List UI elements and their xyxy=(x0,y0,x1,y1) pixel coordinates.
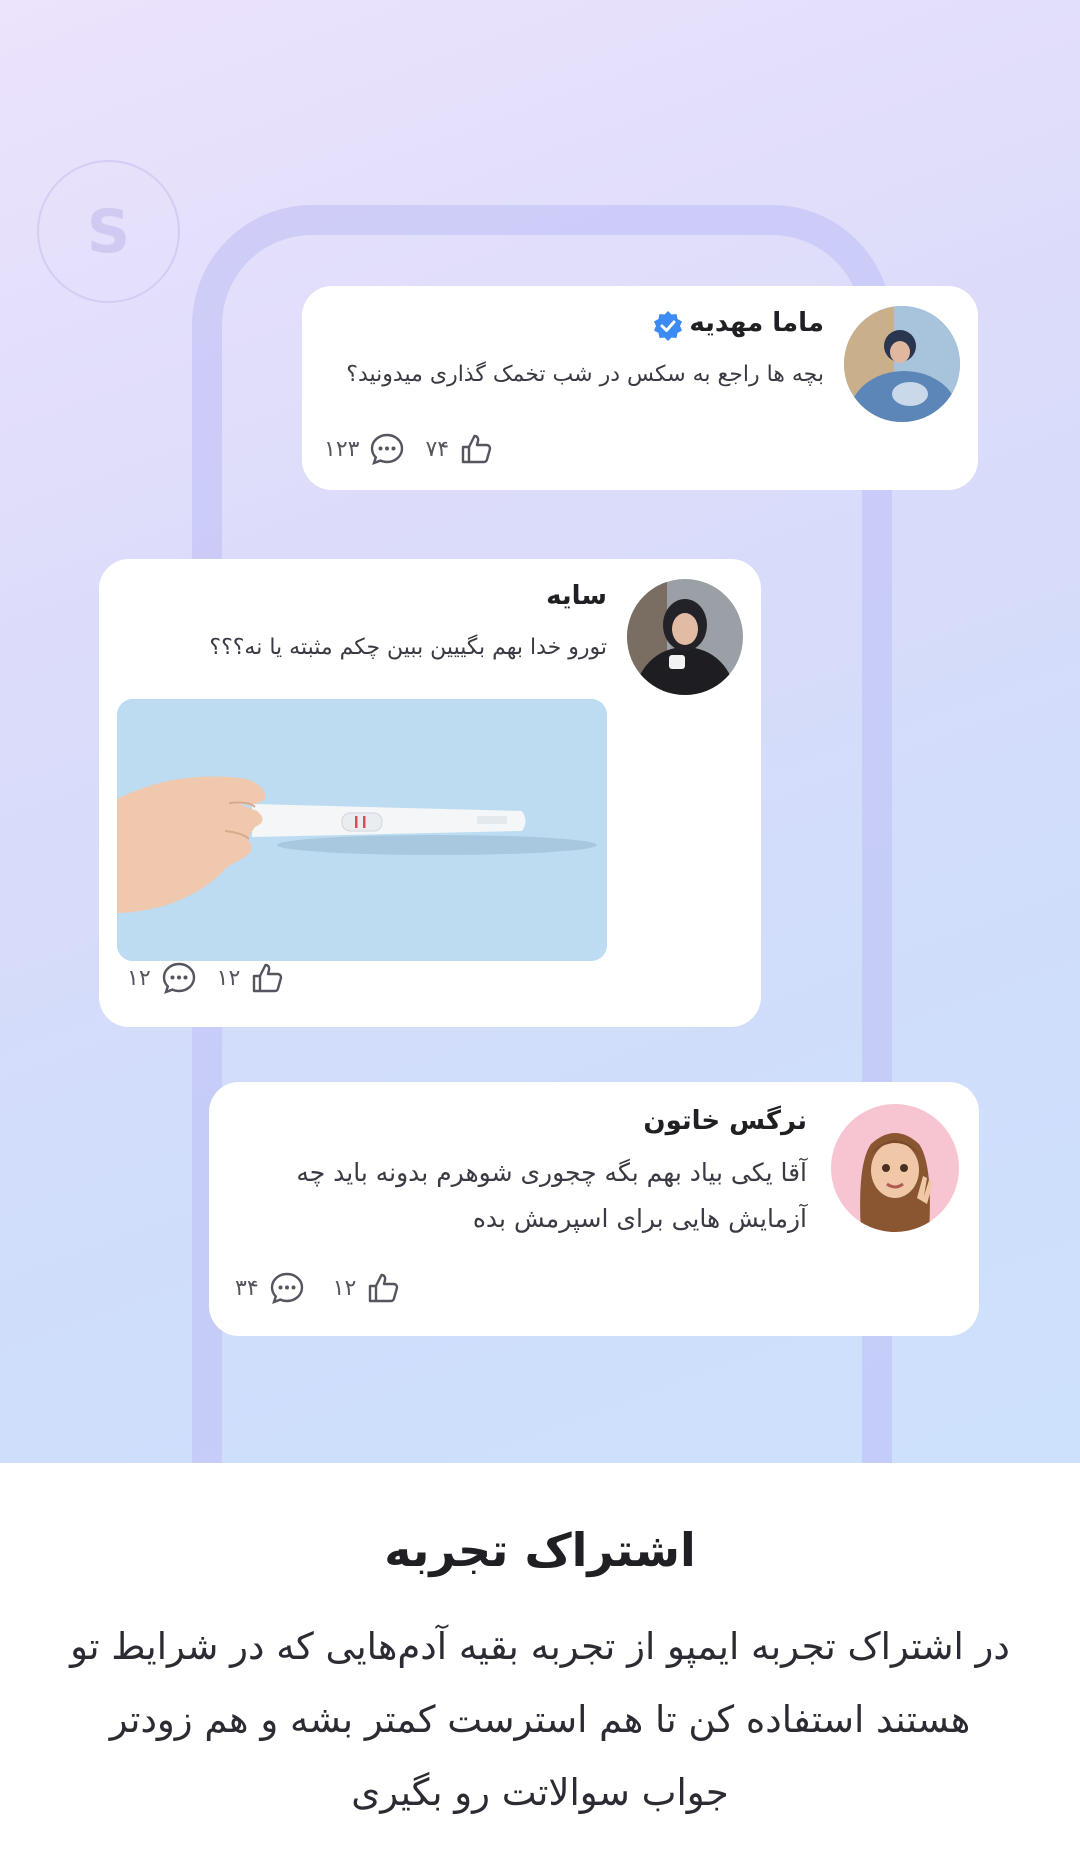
post-author-name[interactable]: سایه xyxy=(546,581,607,611)
post-author-name[interactable]: ماما مهدیه xyxy=(689,308,824,338)
comment-icon[interactable] xyxy=(161,961,197,995)
like-icon[interactable] xyxy=(250,961,284,995)
like-icon[interactable] xyxy=(366,1271,400,1305)
avatar xyxy=(844,306,960,422)
post-text: آقا یکی بیاد بهم بگه چجوری شوهرم بدونه ب… xyxy=(296,1158,807,1233)
post-image-pregnancy-test[interactable] xyxy=(117,699,607,961)
post-text: بچه ها راجع به سکس در شب تخمک گذاری میدو… xyxy=(346,362,824,387)
comment-count: ۱۲ xyxy=(127,965,151,991)
comment-icon[interactable] xyxy=(369,432,405,466)
feature-description-section: اشتراک تجربه در اشتراک تجربه ایمپو از تج… xyxy=(0,1463,1080,1866)
like-count: ۷۴ xyxy=(425,436,450,462)
comment-icon[interactable] xyxy=(269,1271,305,1305)
like-count: ۱۲ xyxy=(332,1275,357,1301)
post-card[interactable]: نرگس خاتون آقا یکی بیاد بهم بگه چجوری شو… xyxy=(209,1082,979,1336)
post-stats: ۳۴ ۱۲ xyxy=(231,1271,406,1305)
like-icon[interactable] xyxy=(459,432,493,466)
feature-description: در اشتراک تجربه ایمپو از تجربه بقیه آدم‌… xyxy=(70,1625,1010,1814)
avatar xyxy=(831,1104,959,1232)
post-stats: ۱۲۳ ۷۴ xyxy=(320,432,499,466)
avatar xyxy=(627,579,743,695)
decorative-logo-circle: S xyxy=(37,160,180,303)
verified-badge-icon xyxy=(652,310,684,346)
post-card[interactable]: سایه تورو خدا بهم بگییین ببین چکم مثبته … xyxy=(99,559,761,1027)
comment-count: ۳۴ xyxy=(235,1275,259,1301)
post-card[interactable]: ماما مهدیه بچه ها راجع به سکس در شب تخمک… xyxy=(302,286,978,490)
post-text: تورو خدا بهم بگییین ببین چکم مثبته یا نه… xyxy=(209,635,607,660)
like-count: ۱۲ xyxy=(216,965,241,991)
hero-section: S ماما مهدیه بچه ها راجع به سکس در شب تخ… xyxy=(0,0,1080,1463)
comment-count: ۱۲۳ xyxy=(324,436,360,462)
feature-title: اشتراک تجربه xyxy=(384,1523,696,1577)
post-stats: ۱۲ ۱۲ xyxy=(123,961,290,995)
post-author-name[interactable]: نرگس خاتون xyxy=(643,1106,807,1136)
